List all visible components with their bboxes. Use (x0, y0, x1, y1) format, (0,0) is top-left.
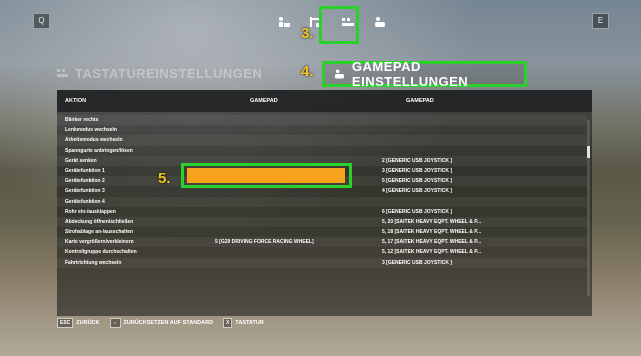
action-name: Strohablage an-/ausschalten (65, 229, 134, 236)
gamepad-binding-2[interactable]: 2 [GENERIC USB JOYSTICK ] (382, 156, 452, 166)
bindings-scrollbar[interactable] (587, 120, 590, 296)
binding-row[interactable]: Strohablage an-/ausschalten 5, 18 [SAITEK… (57, 227, 587, 237)
person-keyboard-icon (279, 17, 290, 27)
selected-slot-highlight (181, 163, 352, 188)
x-key: X (223, 318, 233, 328)
prev-tab-key-q[interactable]: Q (33, 13, 50, 29)
esc-key: ESC (57, 318, 74, 328)
binding-row[interactable]: Blinker rechts (57, 115, 587, 126)
action-name: Gerät senken (65, 157, 97, 164)
reset-defaults-button[interactable]: ⇔ ZURÜCKSETZEN AUF STANDARD (109, 318, 214, 328)
back-button[interactable]: ESC ZURÜCK (57, 318, 100, 328)
gamepad-binding-2[interactable]: 5, 12 [SAITEK HEAVY EQPT. WHEEL & P... (382, 247, 481, 257)
gamepad-binding-2[interactable]: 6 [GENERIC USB JOYSTICK ] (382, 207, 452, 217)
column-header-gamepad-1: GAMEPAD (250, 98, 278, 104)
back-label: ZURÜCK (76, 320, 100, 326)
gamepad-binding-2[interactable]: 5, 20 [SAITEK HEAVY EQPT. WHEEL & P... (382, 217, 481, 227)
keyboard-icon (57, 69, 68, 77)
binding-row[interactable]: Kontrollgruppe durchschalten 5, 12 [SAITE… (57, 247, 587, 257)
gamepad-person-icon (375, 17, 385, 27)
action-name: Lenkmodus wechseln (65, 127, 117, 134)
action-name: Abdeckung öffnen/schließen (65, 218, 134, 225)
reset-label: ZURÜCKSETZEN AUF STANDARD (123, 320, 214, 326)
gamepad-binding-2[interactable]: 5, 18 [SAITEK HEAVY EQPT. WHEEL & P... (382, 227, 481, 237)
gamepad-binding-2[interactable]: 4 [GENERIC USB JOYSTICK ] (382, 186, 452, 196)
binding-row[interactable]: Lenkmodus wechseln (57, 125, 587, 135)
action-name: Kontrollgruppe durchschalten (65, 249, 137, 256)
step-4-label: 4. (301, 63, 314, 80)
action-name: Rohr ein-/ausklappen (65, 208, 116, 215)
gamepad-settings-title: GAMEPAD EINSTELLUNGEN (351, 59, 469, 89)
action-name: Karte vergrößern/verkleinern (65, 239, 134, 246)
binding-row[interactable]: Rohr ein-/ausklappen 6 [GENERIC USB JOYST… (57, 207, 587, 217)
action-name: Arbeitsmodus wechseln (65, 137, 123, 144)
keyboard-label: TASTATUR (235, 320, 264, 326)
action-name: Gerätefunktion 4 (65, 198, 105, 205)
tab-gamepad[interactable] (364, 10, 396, 34)
gamepad-binding-1[interactable]: 5 [G29 DRIVING FORCE RACING WHEEL] (215, 237, 314, 247)
step-3-label: 3. (301, 25, 314, 42)
gamepad-binding-2[interactable]: 3 [GENERIC USB JOYSTICK ] (382, 258, 452, 268)
action-name: Gerätefunktion 3 (65, 188, 105, 195)
column-header-action: AKTION (65, 98, 87, 104)
gamepad-binding-2[interactable]: 5 [GENERIC USB JOYSTICK ] (382, 176, 452, 186)
scrollbar-thumb[interactable] (587, 146, 590, 158)
gamepad-binding-2[interactable]: 5, 17 [SAITEK HEAVY EQPT. WHEEL & P... (382, 237, 481, 247)
gamepad-settings-heading: GAMEPAD EINSTELLUNGEN (322, 59, 527, 89)
binding-row[interactable]: Karte vergrößern/verkleinern 5 [G29 DRIVI… (57, 237, 587, 248)
binding-row[interactable]: Fahrtrichtung wechseln 3 [GENERIC USB JOY… (57, 257, 587, 268)
binding-row[interactable]: Spanngurte anbringen/lösen (57, 146, 587, 156)
action-name: Blinker rechts (65, 117, 99, 123)
gamepad-person-icon (334, 69, 344, 79)
gamepad-binding-2[interactable]: 3 [GENERIC USB JOYSTICK ] (382, 166, 452, 176)
column-header-gamepad-2: GAMEPAD (406, 98, 434, 104)
step-5-label: 5. (158, 170, 171, 187)
keyboard-settings-heading: TASTATUREINSTELLUNGEN (57, 66, 262, 81)
action-name: Spanngurte anbringen/lösen (65, 147, 133, 154)
bindings-panel: AKTION GAMEPAD GAMEPAD Blinker rechts Len… (57, 90, 592, 316)
active-tab-highlight (319, 6, 359, 44)
keyboard-button[interactable]: X TASTATUR (223, 318, 264, 328)
action-name: Gerätefunktion 1 (65, 167, 105, 174)
tab-general[interactable] (268, 10, 300, 34)
action-name: Gerätefunktion 2 (65, 178, 105, 185)
binding-row[interactable]: Gerätefunktion 4 (57, 196, 587, 207)
action-name: Fahrtrichtung wechseln (65, 259, 122, 266)
reset-key: ⇔ (109, 318, 121, 328)
binding-row[interactable]: Arbeitsmodus wechseln (57, 135, 587, 146)
next-tab-key-e[interactable]: E (592, 13, 609, 29)
footer-actions: ESC ZURÜCK ⇔ ZURÜCKSETZEN AUF STANDARD X TA… (57, 318, 264, 328)
keyboard-settings-title: TASTATUREINSTELLUNGEN (75, 66, 263, 81)
bindings-header: AKTION GAMEPAD GAMEPAD (57, 90, 592, 112)
binding-row[interactable]: Abdeckung öffnen/schließen 5, 20 [SAITEK … (57, 216, 587, 228)
bindings-list: Blinker rechts Lenkmodus wechseln Arbeitsm… (57, 115, 587, 268)
